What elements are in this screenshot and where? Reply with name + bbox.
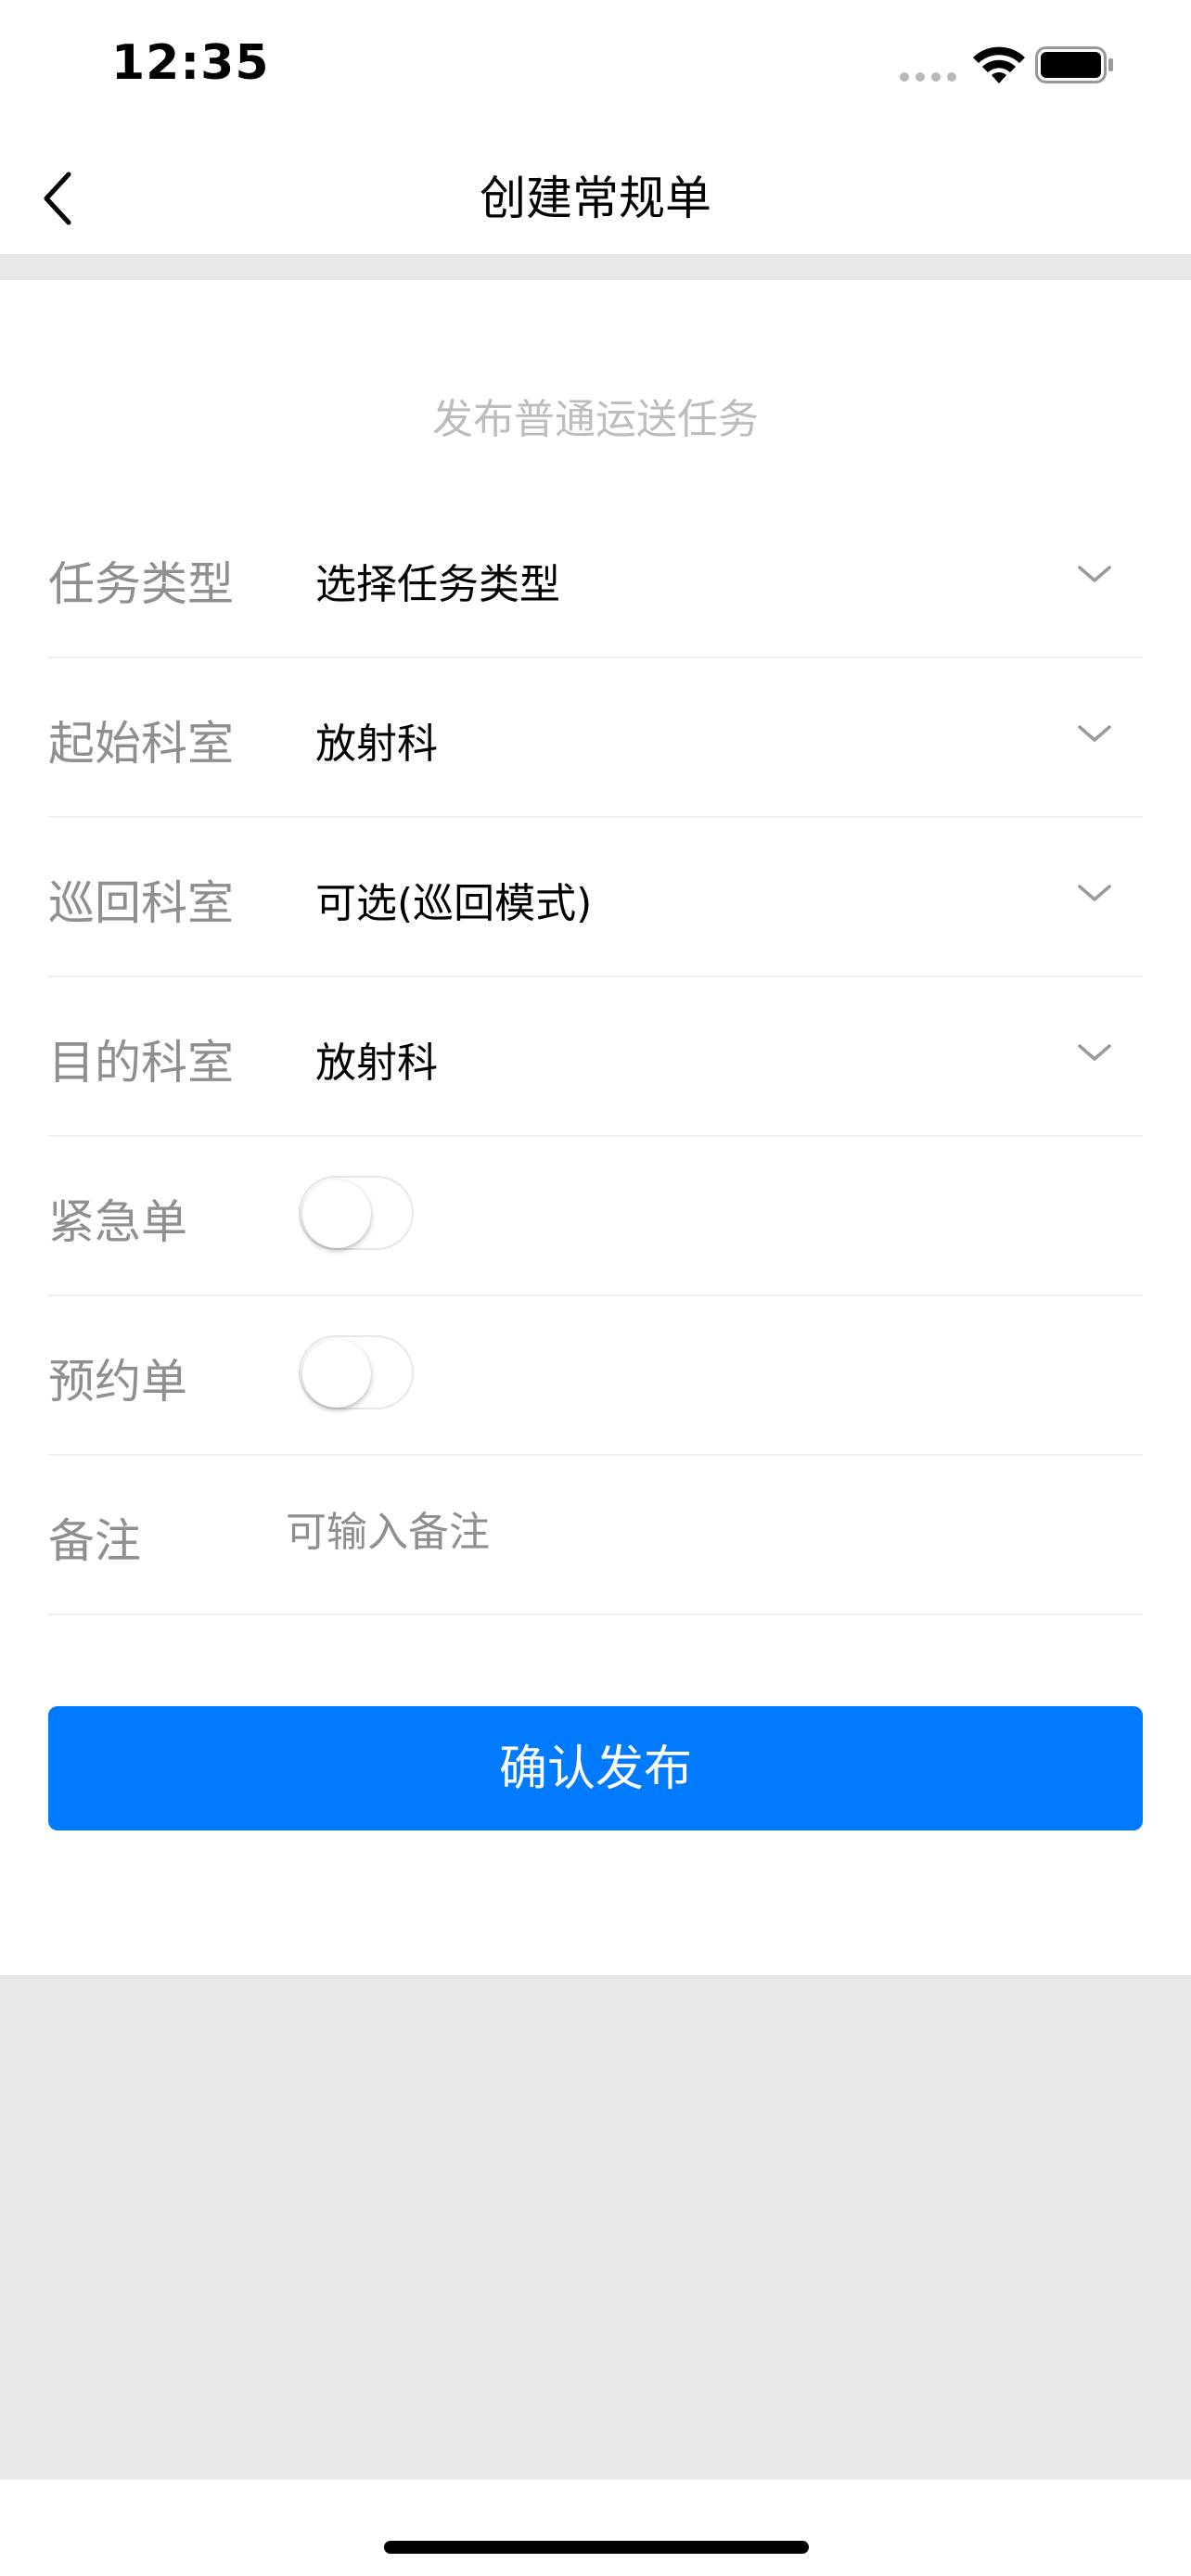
status-time: 12:35 — [111, 35, 270, 91]
reservation-toggle[interactable] — [299, 1335, 414, 1409]
page-title: 创建常规单 — [480, 172, 711, 225]
battery-icon — [1035, 46, 1113, 83]
dest-dept-row[interactable]: 目的科室 放射科 — [48, 976, 1143, 1137]
cellular-signal-icon — [900, 72, 957, 83]
start-dept-row[interactable]: 起始科室 放射科 — [48, 657, 1143, 818]
urgent-row: 紧急单 — [48, 1135, 1143, 1296]
section-divider — [0, 254, 1191, 280]
reservation-row: 预约单 — [48, 1294, 1143, 1456]
remark-label: 备注 — [48, 1514, 141, 1568]
wifi-icon — [973, 46, 1025, 83]
patrol-dept-label: 巡回科室 — [48, 876, 234, 930]
urgent-toggle[interactable] — [299, 1176, 414, 1250]
task-type-select[interactable]: 选择任务类型 — [315, 551, 560, 610]
patrol-dept-select[interactable]: 可选(巡回模式) — [315, 870, 592, 929]
form-subtitle: 发布普通运送任务 — [432, 396, 759, 443]
start-dept-select[interactable]: 放射科 — [315, 710, 438, 770]
home-indicator[interactable] — [384, 2541, 809, 2554]
chevron-down-icon[interactable] — [1074, 560, 1115, 588]
chevron-down-icon[interactable] — [1074, 1039, 1115, 1066]
dest-dept-select[interactable]: 放射科 — [315, 1029, 438, 1089]
remark-row: 备注 — [48, 1454, 1143, 1615]
remark-input[interactable] — [286, 1502, 1102, 1562]
dest-dept-label: 目的科室 — [48, 1036, 234, 1090]
confirm-publish-button[interactable]: 确认发布 — [48, 1706, 1143, 1830]
toggle-knob — [302, 1180, 371, 1248]
reservation-label: 预约单 — [48, 1355, 187, 1409]
chevron-down-icon[interactable] — [1074, 720, 1115, 747]
task-type-label: 任务类型 — [48, 557, 234, 611]
chevron-down-icon[interactable] — [1074, 879, 1115, 907]
patrol-dept-row[interactable]: 巡回科室 可选(巡回模式) — [48, 816, 1143, 977]
start-dept-label: 起始科室 — [48, 717, 234, 771]
toggle-knob — [302, 1339, 371, 1408]
task-type-row[interactable]: 任务类型 选择任务类型 — [48, 497, 1143, 658]
urgent-label: 紧急单 — [48, 1195, 187, 1249]
status-bar: 12:35 — [0, 0, 1191, 139]
navigation-bar: 创建常规单 — [0, 139, 1191, 254]
bottom-background — [0, 1975, 1191, 2480]
